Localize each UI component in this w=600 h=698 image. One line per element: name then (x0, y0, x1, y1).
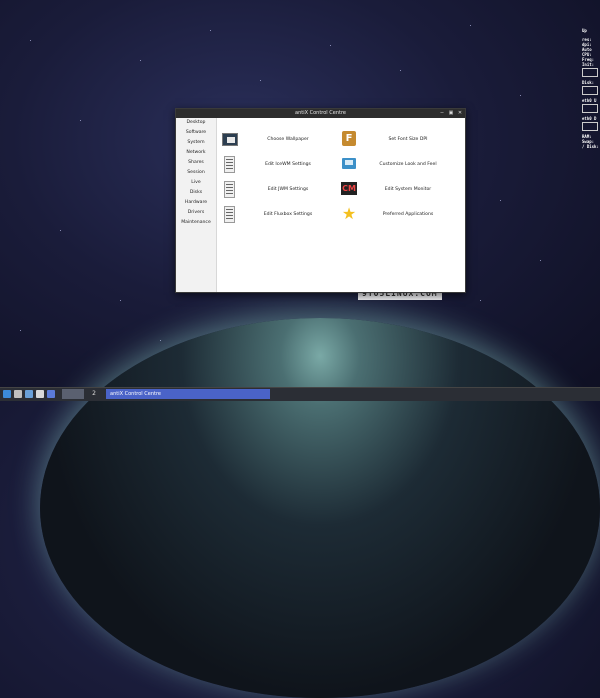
sidebar-item-network[interactable]: Network (176, 148, 216, 158)
conky-graph (582, 104, 598, 113)
control-centre-window: antiX Control Centre ─ ▣ ✕ Desktop Softw… (175, 108, 466, 293)
set-font-size-dpi-label: Set Font Size DPI (388, 136, 428, 142)
edit-fluxbox-settings-label: Edit Fluxbox Settings (263, 211, 313, 217)
conky-graph (582, 86, 598, 95)
start-menu-icon[interactable] (3, 390, 11, 398)
browser-icon[interactable] (47, 390, 55, 398)
edit-icewm-settings-button[interactable]: Edit IceWM Settings (220, 154, 330, 174)
look-feel-icon (340, 155, 358, 173)
conky-line: Init: (582, 62, 595, 67)
conky-line: eth0 U (582, 98, 597, 103)
sidebar-item-drivers[interactable]: Drivers (176, 208, 216, 218)
window-titlebar[interactable]: antiX Control Centre ─ ▣ ✕ (176, 109, 465, 118)
workspace-2[interactable]: 2 (86, 389, 102, 399)
show-desktop-icon[interactable] (14, 390, 22, 398)
set-font-size-dpi-button[interactable]: F Set Font Size DPI (340, 129, 450, 149)
system-monitor-icon: CM (341, 182, 357, 195)
sidebar-item-live[interactable]: Live (176, 178, 216, 188)
choose-wallpaper-button[interactable]: Choose Wallpaper (220, 129, 330, 149)
workspace-1[interactable] (62, 389, 84, 399)
document-icon (220, 155, 238, 173)
preferred-applications-label: Preferred Applications (382, 211, 434, 217)
sidebar-item-hardware[interactable]: Hardware (176, 198, 216, 208)
maximize-icon[interactable]: ▣ (448, 110, 454, 117)
minimize-icon[interactable]: ─ (439, 110, 445, 117)
font-icon: F (340, 130, 358, 148)
sidebar-item-software[interactable]: Software (176, 128, 216, 138)
conky-line: eth0 D (582, 116, 597, 121)
conky-line: / Disk: (582, 144, 599, 149)
sidebar-item-desktop[interactable]: Desktop (176, 118, 216, 128)
preferred-applications-button[interactable]: ★ Preferred Applications (340, 204, 450, 224)
edit-jwm-settings-label: Edit JWM Settings (267, 186, 309, 192)
conky-graph (582, 68, 598, 77)
planet-horizon (40, 318, 600, 698)
choose-wallpaper-label: Choose Wallpaper (267, 136, 309, 142)
sidebar-item-disks[interactable]: Disks (176, 188, 216, 198)
file-manager-icon[interactable] (25, 390, 33, 398)
customize-look-and-feel-button[interactable]: Customize Look and Feel (340, 154, 450, 174)
document-icon (220, 180, 238, 198)
conky-system-monitor: Up res: dpi: Auto CPU: Freq: Init: Disk:… (582, 28, 600, 149)
edit-icewm-settings-label: Edit IceWM Settings (265, 161, 311, 167)
task-button-control-centre[interactable]: antiX Control Centre (106, 389, 270, 399)
star-icon: ★ (341, 204, 357, 223)
edit-system-monitor-label: Edit System Monitor (384, 186, 432, 192)
conky-graph (582, 122, 598, 131)
close-icon[interactable]: ✕ (457, 110, 463, 117)
terminal-icon[interactable] (36, 390, 44, 398)
category-sidebar: Desktop Software System Network Shares S… (176, 118, 217, 292)
taskbar: 2 antiX Control Centre (0, 387, 600, 401)
edit-system-monitor-button[interactable]: CM Edit System Monitor (340, 179, 450, 199)
customize-look-and-feel-label: Customize Look and Feel (379, 161, 437, 167)
sidebar-item-maintenance[interactable]: Maintenance (176, 218, 216, 228)
conky-line: Disk: (582, 80, 595, 85)
window-title: antiX Control Centre (295, 110, 346, 116)
wallpaper-icon (220, 130, 238, 148)
sidebar-item-shares[interactable]: Shares (176, 158, 216, 168)
edit-fluxbox-settings-button[interactable]: Edit Fluxbox Settings (220, 204, 330, 224)
sidebar-item-system[interactable]: System (176, 138, 216, 148)
edit-jwm-settings-button[interactable]: Edit JWM Settings (220, 179, 330, 199)
document-icon (220, 205, 238, 223)
sidebar-item-session[interactable]: Session (176, 168, 216, 178)
